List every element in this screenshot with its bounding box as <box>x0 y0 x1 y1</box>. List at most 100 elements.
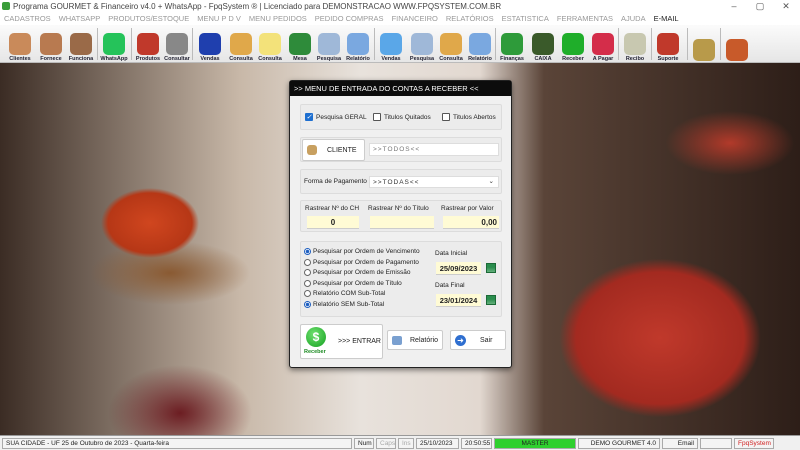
radio-option[interactable]: Pesquisar por Ordem de Emissão <box>304 269 411 276</box>
rastrear-group: Rastrear Nº do CH Rastrear Nº do Título … <box>300 200 502 232</box>
checkbox-titulos-abertos[interactable]: Titulos Abertos <box>442 113 496 121</box>
minimize-button[interactable]: – <box>722 0 746 13</box>
toolbar-button-clientes[interactable]: Clientes <box>5 26 35 62</box>
menu-ferramentas[interactable]: FERRAMENTAS <box>557 14 613 25</box>
toolbar-icon <box>230 33 252 55</box>
toolbar-button-vendas[interactable]: Vendas <box>195 26 225 62</box>
contas-receber-dialog: >> MENU DE ENTRADA DO CONTAS A RECEBER <… <box>289 80 512 368</box>
toolbar-separator <box>374 28 375 60</box>
close-button[interactable]: ✕ <box>774 0 798 13</box>
forma-select[interactable]: >>TODAS<< ⌄ <box>369 176 499 188</box>
chevron-down-icon: ⌄ <box>488 178 495 185</box>
data-inicial-input[interactable]: 25/09/2023 <box>436 262 481 275</box>
menu-estatistica[interactable]: ESTATISTICA <box>502 14 549 25</box>
toolbar-button-fornece[interactable]: Fornece <box>36 26 66 62</box>
radio-option[interactable]: Relatório COM Sub-Total <box>304 290 385 297</box>
maximize-button[interactable]: ▢ <box>748 0 772 13</box>
menu-menu-pedidos[interactable]: MENU PEDIDOS <box>249 14 307 25</box>
toolbar-button-extra-23[interactable] <box>722 26 752 62</box>
toolbar-separator <box>651 28 652 60</box>
toolbar-button-pesquisa[interactable]: Pesquisa <box>314 26 344 62</box>
toolbar-button-vendas[interactable]: Vendas <box>376 26 406 62</box>
toolbar-icon <box>289 33 311 55</box>
ordem-group: Pesquisar por Ordem de Vencimento Pesquis… <box>300 241 502 317</box>
toolbar-button-suporte[interactable]: Suporte <box>653 26 683 62</box>
relatorio-button[interactable]: Relatório <box>387 330 443 350</box>
radio-option[interactable]: Pesquisar por Ordem de Pagamento <box>304 258 419 266</box>
toolbar-icon <box>137 33 159 55</box>
toolbar-separator <box>192 28 193 60</box>
cliente-field[interactable]: >>TODOS<< <box>369 143 499 156</box>
toolbar-button-receber[interactable]: Receber <box>558 26 588 62</box>
toolbar-icon <box>70 33 92 55</box>
toolbar-button-whatsapp[interactable]: WhatsApp <box>99 26 129 62</box>
app-icon <box>2 2 10 10</box>
toolbar-icon <box>103 33 125 55</box>
calendar-icon[interactable] <box>486 295 496 305</box>
toolbar-icon <box>199 33 221 55</box>
status-company: DEMO GOURMET 4.0 <box>578 438 660 449</box>
menu-financeiro[interactable]: FINANCEIRO <box>392 14 438 25</box>
menu-bar: CADASTROS WHATSAPP PRODUTOS/ESTOQUE MENU P … <box>0 13 800 25</box>
status-date: 25/10/2023 <box>416 438 459 449</box>
radio-option[interactable]: Pesquisar por Ordem de Título <box>304 279 402 287</box>
toolbar-button-recibo[interactable]: Recibo <box>620 26 650 62</box>
toolbar-button-consulta[interactable]: Consulta <box>226 26 256 62</box>
toolbar-button-consultar[interactable]: Consultar <box>162 26 192 62</box>
toolbar-button-pesquisa[interactable]: Pesquisa <box>407 26 437 62</box>
toolbar-icon <box>9 33 31 55</box>
toolbar-button-mesa[interactable]: Mesa <box>285 26 315 62</box>
menu-cadastros[interactable]: CADASTROS <box>4 14 51 25</box>
toolbar-button-relat-rio[interactable]: Relatório <box>343 26 373 62</box>
rastrear-ch-input[interactable]: 0 <box>307 216 359 229</box>
sair-button[interactable]: ➜ Sair <box>450 330 506 350</box>
toolbar-button-consulta[interactable]: Consulta <box>255 26 285 62</box>
status-email[interactable]: Email <box>662 438 698 449</box>
toolbar-button-relat-rio[interactable]: Relatório <box>465 26 495 62</box>
rastrear-valor-input[interactable]: 0,00 <box>443 216 499 229</box>
rastrear-ch-label: Rastrear Nº do CH <box>305 205 360 212</box>
status-printer-icons[interactable] <box>700 438 732 449</box>
toolbar-button-extra-22[interactable] <box>689 26 719 62</box>
forma-group: Forma de Pagamento >>TODAS<< ⌄ <box>300 169 502 194</box>
rastrear-valor-label: Rastrear por Valor <box>441 205 494 212</box>
status-num: Num <box>354 438 374 449</box>
menu-e-mail[interactable]: E-MAIL <box>654 14 679 25</box>
toolbar-separator <box>97 28 98 60</box>
menu-relat-rios[interactable]: RELATÓRIOS <box>446 14 494 25</box>
calendar-icon[interactable] <box>486 263 496 273</box>
receber-icon: $ Receber <box>304 326 328 358</box>
menu-pedido-compras[interactable]: PEDIDO COMPRAS <box>315 14 384 25</box>
status-bar: SUA CIDADE - UF 25 de Outubro de 2023 - … <box>0 435 800 450</box>
radio-option[interactable]: Relatório SEM Sub-Total <box>304 300 384 308</box>
toolbar-button-funciona[interactable]: Funciona <box>66 26 96 62</box>
checkbox-titulos-quitados[interactable]: Titulos Quitados <box>373 113 431 121</box>
status-time: 20:50:55 <box>461 438 492 449</box>
toolbar-icon <box>501 33 523 55</box>
menu-produtos-estoque[interactable]: PRODUTOS/ESTOQUE <box>108 14 189 25</box>
toolbar-button-a-pagar[interactable]: A Pagar <box>588 26 618 62</box>
toolbar-button-caixa[interactable]: CAIXA <box>528 26 558 62</box>
toolbar: Clientes Fornece Funciona WhatsApp Produtos C… <box>0 25 800 63</box>
forma-label: Forma de Pagamento <box>304 178 367 185</box>
toolbar-icon <box>657 33 679 55</box>
filter-group: ✓ Pesquisa GERAL Titulos Quitados Titulos… <box>300 104 502 130</box>
toolbar-icon <box>469 33 491 55</box>
cliente-button[interactable]: CLIENTE <box>302 139 365 161</box>
data-final-input[interactable]: 23/01/2024 <box>436 294 481 307</box>
printer-icon <box>392 335 402 345</box>
toolbar-icon <box>562 33 584 55</box>
toolbar-button-produtos[interactable]: Produtos <box>133 26 163 62</box>
toolbar-icon <box>693 39 715 61</box>
checkbox-pesquisa-geral[interactable]: ✓ Pesquisa GERAL <box>305 113 367 121</box>
entrar-button[interactable]: $ Receber >>> ENTRAR <box>300 324 383 359</box>
toolbar-button-consulta[interactable]: Consulta <box>436 26 466 62</box>
radio-option[interactable]: Pesquisar por Ordem de Vencimento <box>304 248 420 255</box>
toolbar-separator <box>687 28 688 60</box>
toolbar-button-finan-as[interactable]: Finanças <box>497 26 527 62</box>
menu-menu-p-d-v[interactable]: MENU P D V <box>197 14 241 25</box>
status-brand: FpqSystem <box>734 438 774 449</box>
rastrear-titulo-input[interactable] <box>370 216 434 229</box>
menu-whatsapp[interactable]: WHATSAPP <box>59 14 101 25</box>
menu-ajuda[interactable]: AJUDA <box>621 14 646 25</box>
